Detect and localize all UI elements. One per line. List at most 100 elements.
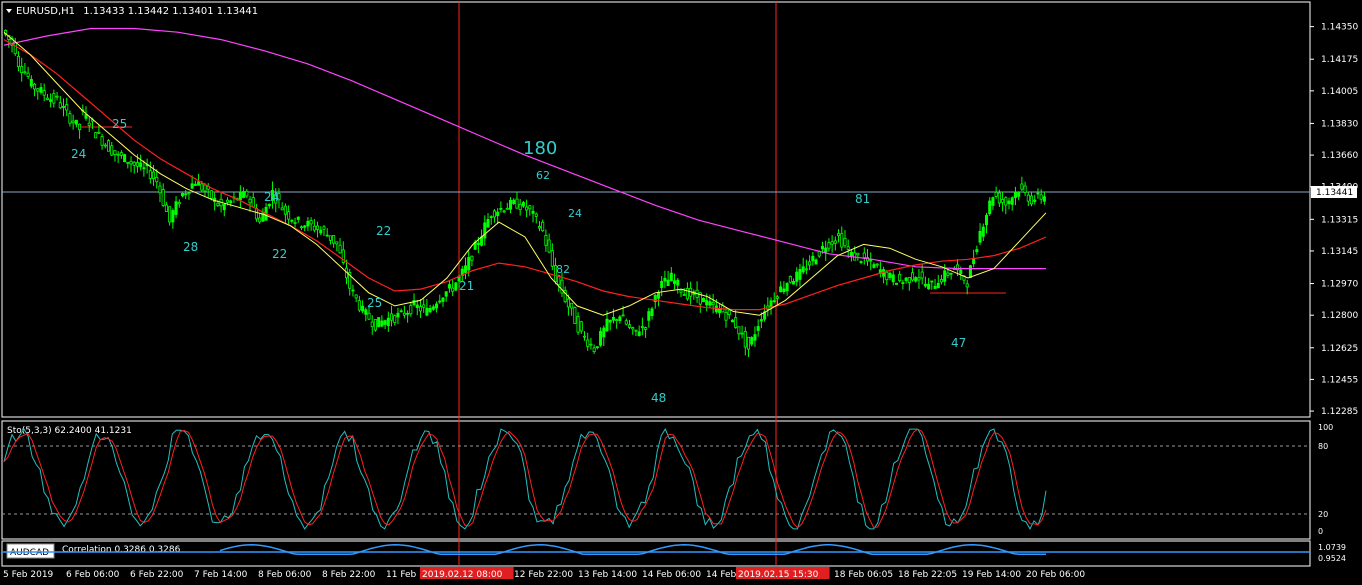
candle-body	[61, 106, 66, 108]
candle-body	[229, 200, 233, 204]
candle-body	[492, 210, 496, 218]
candle-body	[859, 261, 863, 263]
trading-chart[interactable]: EURUSD,H1 1.13433 1.13442 1.13401 1.1344…	[0, 0, 1362, 585]
candle-body	[894, 282, 898, 285]
candle-body	[795, 271, 799, 282]
candle-body	[97, 131, 101, 134]
candle-body	[180, 193, 185, 197]
price-tick-label: 1.13660	[1321, 151, 1358, 161]
candle-body	[380, 320, 384, 327]
candle-body	[888, 272, 892, 279]
candle-body	[746, 336, 751, 350]
candle-body	[814, 259, 818, 265]
candle-body	[116, 153, 120, 156]
candle-body	[923, 283, 927, 287]
time-axis-label: 6 Feb 06:00	[66, 570, 120, 580]
candle-body	[949, 272, 953, 275]
time-axis-label: 2019.02.15 15:30	[738, 570, 819, 580]
candle-body	[711, 302, 715, 306]
candle-body	[875, 263, 879, 266]
candle-body	[248, 198, 252, 204]
candle-body	[808, 261, 812, 266]
candle-body	[965, 283, 969, 288]
candle-body	[669, 272, 673, 282]
price-tick-label: 1.12625	[1321, 344, 1358, 354]
candle-body	[753, 334, 757, 341]
candle-body	[959, 269, 963, 274]
candle-body	[319, 229, 323, 234]
candle-body	[94, 132, 98, 139]
candle-body	[399, 310, 403, 313]
annotation-label-large: 180	[523, 138, 557, 159]
stoch-axis-label: 20	[1318, 510, 1328, 519]
time-axis[interactable]: 5 Feb 2019 6 Feb 06:00 6 Feb 22:00 7 Feb 14…	[3, 567, 1085, 580]
candle-body	[843, 237, 847, 247]
price-tick-label: 1.12970	[1321, 280, 1358, 290]
main-panel-frame	[1, 1, 1311, 418]
candle-body	[84, 114, 88, 119]
candle-body	[1033, 199, 1037, 202]
candle-body	[406, 312, 410, 315]
dropdown-triangle-icon[interactable]	[6, 9, 12, 13]
stoch-axis-label: 100	[1318, 423, 1333, 432]
correlation-symbol: AUDCAD	[10, 548, 49, 558]
candle-body	[33, 83, 37, 90]
candle-body	[734, 317, 738, 328]
correlation-axis: 1.0739 0.9524	[1318, 543, 1346, 563]
candle-body	[197, 181, 201, 186]
candle-body	[1010, 197, 1014, 205]
candle-body	[42, 90, 46, 96]
candle-body	[521, 202, 525, 207]
candle-body	[36, 88, 40, 92]
candle-body	[303, 225, 307, 228]
candle-body	[296, 216, 300, 220]
candle-body	[566, 298, 570, 308]
candle-body	[242, 191, 246, 198]
candle-body	[409, 305, 413, 315]
candle-body	[602, 327, 606, 338]
price-axis[interactable]: 1.14350 1.14175 1.14005 1.13830 1.13660 1.134…	[1310, 23, 1358, 417]
stoch-axis-label: 0	[1318, 527, 1323, 536]
candle-body	[258, 217, 262, 223]
candle-body	[68, 113, 72, 124]
time-axis-label: 18 Feb 22:05	[898, 570, 957, 580]
candle-body	[634, 329, 638, 332]
candle-body	[78, 123, 82, 131]
candle-body	[846, 246, 850, 250]
time-axis-label: 13 Feb 14:00	[578, 570, 637, 580]
candle-body	[58, 102, 62, 109]
price-tick-label: 1.12800	[1321, 311, 1358, 321]
candle-body	[943, 270, 947, 282]
candle-body	[631, 327, 635, 330]
candle-body	[586, 339, 590, 347]
candle-body	[45, 97, 49, 100]
candle-body	[489, 216, 493, 218]
candle-body	[782, 288, 786, 293]
time-axis-label: 6 Feb 22:00	[130, 570, 184, 580]
candle-body	[152, 171, 156, 180]
time-axis-label: 12 Feb 22:00	[514, 570, 573, 580]
candle-body	[972, 258, 976, 265]
annotation-label: 24	[71, 147, 86, 161]
time-axis-label: 7 Feb 14:00	[194, 570, 248, 580]
mid-moving-average	[3, 39, 1047, 311]
candle-body	[168, 206, 172, 223]
correlation-panel-frame	[1, 540, 1311, 567]
candle-body	[425, 307, 429, 316]
candle-body	[608, 319, 612, 323]
candle-body	[933, 285, 937, 289]
candle-body	[1020, 183, 1024, 190]
candle-body	[486, 218, 490, 228]
candle-body	[611, 316, 615, 321]
candle-body	[618, 316, 622, 322]
candle-body	[164, 204, 168, 212]
candle-body	[1004, 197, 1008, 206]
candle-body	[673, 280, 677, 284]
candle-body	[994, 191, 998, 197]
candle-body	[441, 297, 445, 302]
time-axis-label: 18 Feb 06:05	[834, 570, 893, 580]
candle-body	[550, 250, 554, 267]
candle-body	[727, 309, 731, 316]
candle-body	[52, 93, 56, 104]
candle-body	[666, 279, 670, 287]
